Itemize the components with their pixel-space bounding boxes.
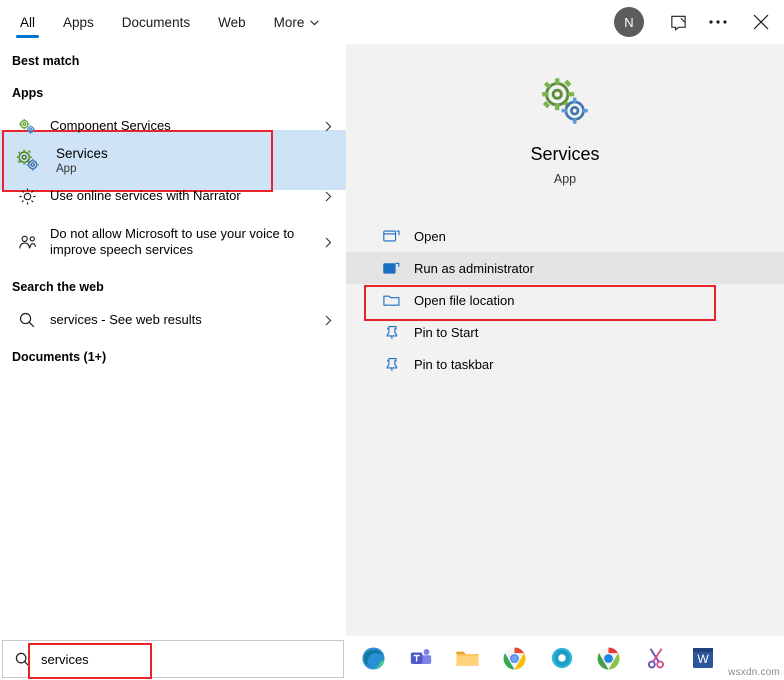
web-header: Search the web [12,280,104,294]
tab-documents[interactable]: Documents [108,0,204,44]
chevron-right-icon[interactable] [325,237,332,248]
action-open-label: Open [414,228,446,244]
microsoft-edge-icon[interactable] [350,636,397,680]
search-filter-bar: All Apps Documents Web More N [0,0,784,44]
tab-apps[interactable]: Apps [49,0,108,44]
result-web-services-label: services - See web results [50,312,202,328]
svg-text:W: W [697,652,709,666]
action-pin-to-taskbar[interactable]: Pin to taskbar [346,348,784,380]
filter-tabs: All Apps Documents Web More [0,0,333,44]
tab-all[interactable]: All [6,0,49,44]
privacy-person-icon [12,233,42,252]
watermark: wsxdn.com [728,667,780,678]
search-icon [12,311,42,329]
more-options-icon[interactable] [698,0,738,44]
file-explorer-icon[interactable] [444,636,491,680]
avatar[interactable]: N [614,7,644,37]
tab-all-label: All [20,14,36,30]
preview-hero: Services App [346,44,784,186]
best-match-header: Best match [12,54,80,68]
result-narrator-online-services[interactable]: Use online services with Narrator [0,176,346,216]
taskbar-app-icons: W [350,636,726,680]
result-speech-privacy[interactable]: Do not allow Microsoft to use your voice… [0,216,346,268]
action-pin-to-taskbar-label: Pin to taskbar [414,356,494,372]
taskbar-search-box[interactable] [2,640,344,678]
best-match-subtitle: App [56,162,77,175]
result-narrator-label: Use online services with Narrator [50,187,241,203]
result-web-services[interactable]: services - See web results [0,300,346,340]
preview-app-icon [346,70,784,132]
avatar-initial: N [624,14,634,30]
chevron-right-icon[interactable] [325,191,332,202]
close-icon[interactable] [738,0,784,44]
tab-documents-label: Documents [121,14,191,30]
windows-search-flyout: All Apps Documents Web More N Best match… [0,0,784,680]
preview-app-name: Services [530,144,600,164]
preview-pane: Services App Open Run as administrator O… [346,44,784,636]
search-icon [3,651,41,668]
results-pane: Best match Services App Apps Component S… [0,44,346,636]
chevron-right-icon[interactable] [325,315,332,326]
result-speech-privacy-label: Do not allow Microsoft to use your voice… [50,225,295,257]
documents-header: Documents (1+) [12,350,107,364]
search-input[interactable] [41,651,291,667]
result-component-services-label: Component Services [50,117,171,133]
pin-icon [378,325,404,340]
result-web-suffix: - See web results [97,311,202,327]
best-match-title: Services [56,145,108,161]
best-match-text: Services App [56,146,108,175]
result-web-query: services [50,311,98,327]
google-chrome-icon[interactable] [491,636,538,680]
settings-gear-icon [12,187,42,206]
tab-apps-label: Apps [63,14,94,30]
snipping-tool-icon[interactable] [632,636,679,680]
tab-web[interactable]: Web [204,0,260,44]
microsoft-word-icon[interactable]: W [679,636,726,680]
microsoft-teams-icon[interactable] [397,636,444,680]
chevron-down-icon [310,20,320,26]
feedback-icon[interactable] [658,0,698,44]
kaspersky-icon[interactable] [538,636,585,680]
tab-more[interactable]: More [260,0,334,44]
chrome-canary-icon[interactable] [585,636,632,680]
preview-actions-list: Open Run as administrator Open file loca… [346,220,784,380]
tab-web-label: Web [218,14,246,30]
action-open[interactable]: Open [346,220,784,252]
action-pin-to-start-label: Pin to Start [414,324,479,340]
result-component-services[interactable]: Component Services [0,106,346,146]
services-gears-icon [0,145,56,175]
action-open-file-location[interactable]: Open file location [346,284,784,316]
action-run-as-administrator-label: Run as administrator [414,260,534,276]
topbar-right-controls: N [614,0,784,44]
tab-more-label: More [273,14,305,30]
chevron-right-icon[interactable] [325,121,332,132]
apps-header: Apps [12,86,44,100]
preview-app-type: App [553,172,577,186]
action-run-as-administrator[interactable]: Run as administrator [346,252,784,284]
action-pin-to-start[interactable]: Pin to Start [346,316,784,348]
folder-icon [378,293,404,308]
pin-icon [378,357,404,372]
action-open-file-location-label: Open file location [414,292,515,308]
open-window-icon [378,229,404,244]
component-services-icon [12,116,42,136]
shield-run-icon [378,261,404,276]
